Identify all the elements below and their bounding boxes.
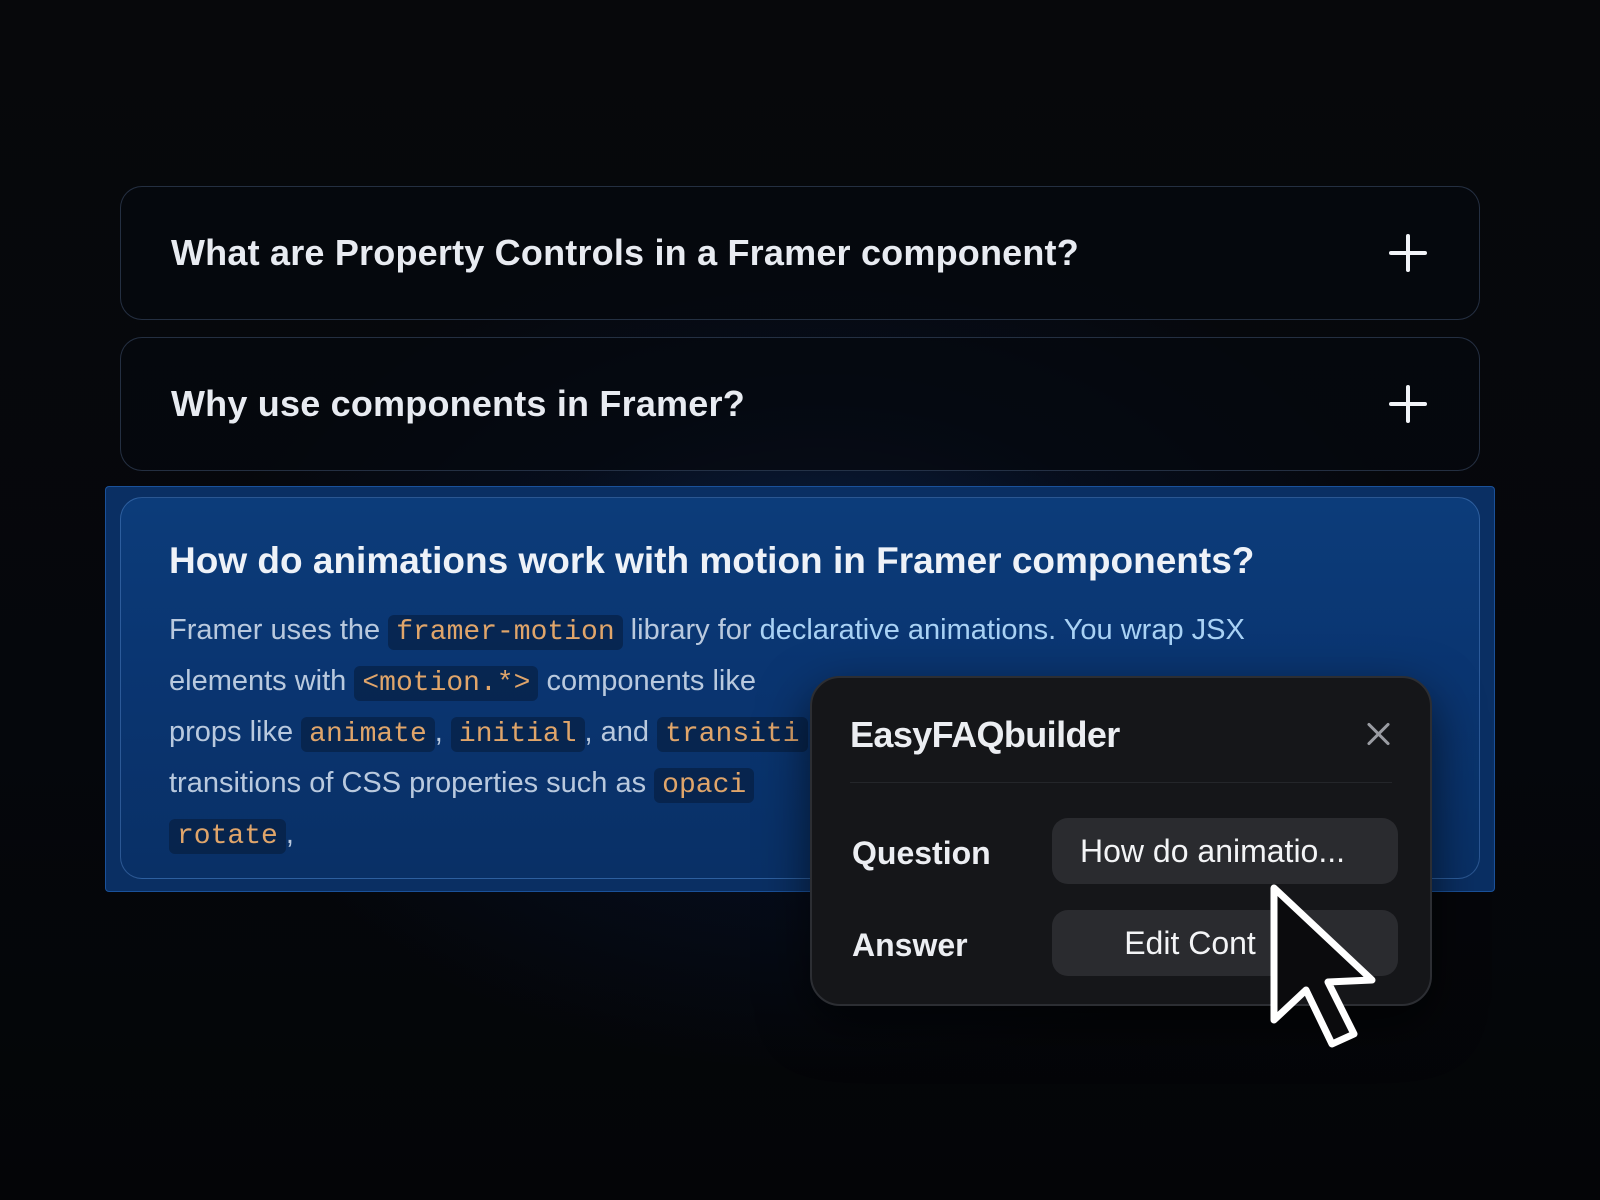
answer-text: , xyxy=(285,818,294,850)
code-transition: transiti xyxy=(657,717,808,752)
dialog-divider xyxy=(850,782,1392,783)
answer-text: Framer uses the xyxy=(169,614,389,646)
faq-open-question: How do animations work with motion in Fr… xyxy=(169,540,1255,581)
page: What are Property Controls in a Framer c… xyxy=(0,0,1600,1200)
cursor-arrow-icon xyxy=(1270,884,1376,1048)
answer-text: props like xyxy=(169,716,302,748)
code-animate: animate xyxy=(301,717,435,752)
faq-question: Why use components in Framer? xyxy=(171,383,745,424)
answer-text: , and xyxy=(584,716,658,748)
answer-text: components like xyxy=(538,665,757,697)
code-framer-motion: framer-motion xyxy=(388,615,623,650)
answer-text: library for xyxy=(622,614,760,646)
answer-text: elements with xyxy=(169,665,355,697)
faq-question: What are Property Controls in a Framer c… xyxy=(171,232,1079,273)
code-rotate: rotate xyxy=(169,819,286,854)
plus-icon[interactable] xyxy=(1389,385,1427,423)
answer-text: transitions of CSS properties such as xyxy=(169,767,655,799)
faq-item-why-components[interactable]: Why use components in Framer? xyxy=(120,337,1480,471)
question-label: Question xyxy=(852,835,991,871)
question-field[interactable]: How do animatio... xyxy=(1052,818,1398,884)
plus-icon[interactable] xyxy=(1389,234,1427,272)
answer-text: , xyxy=(434,716,451,748)
code-opacity: opaci xyxy=(654,768,755,803)
answer-label: Answer xyxy=(852,927,968,963)
code-motion-tag: <motion.*> xyxy=(354,666,539,701)
faq-item-property-controls[interactable]: What are Property Controls in a Framer c… xyxy=(120,186,1480,320)
code-initial: initial xyxy=(450,717,585,752)
answer-text-highlight: declarative animations. You wrap JSX xyxy=(759,614,1245,646)
dialog-title: EasyFAQbuilder xyxy=(850,714,1120,755)
close-icon[interactable] xyxy=(1366,722,1390,746)
